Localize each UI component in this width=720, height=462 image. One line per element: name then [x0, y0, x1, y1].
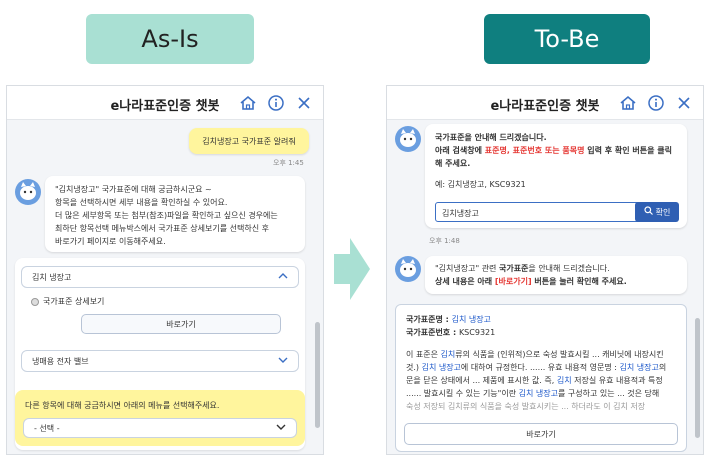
chevron-up-icon: [278, 272, 288, 282]
close-icon[interactable]: [675, 94, 693, 112]
menu-notice-text: 다른 항목에 대해 궁금하시면 아래의 메뉴를 선택해주세요.: [25, 401, 220, 410]
result-body-text: 저장실 유효 내용적과 특정: [571, 376, 663, 385]
info-icon[interactable]: [267, 94, 285, 112]
menu-select[interactable]: - 선택 -: [23, 418, 297, 438]
bot-avatar-icon: [395, 126, 421, 152]
search-input-value: 김치냉장고: [442, 209, 479, 218]
keyword-highlight: 김치: [440, 350, 456, 359]
standard-name-value: 김치 냉장고: [451, 315, 491, 324]
home-icon[interactable]: [619, 94, 637, 112]
to-be-label: To-Be: [484, 14, 650, 64]
result-body-text: 숙성 저장되 김치류의 식품을 숙성 발효시키는 ... 하더라도 이 김치 저…: [406, 402, 646, 411]
search-confirm-button[interactable]: 확인: [635, 202, 679, 222]
bot-message-bold: 국가표준: [498, 264, 529, 273]
bot-search-message: 국가표준을 안내해 드리겠습니다. 아래 검색창에 표준명, 표준번호 또는 품…: [425, 124, 687, 228]
standard-name-label: 국가표준명 :: [406, 315, 452, 324]
bot-result-message: "김치냉장고" 관련 국가표준을 안내해 드리겠습니다. 상세 내용은 아래 […: [425, 256, 687, 294]
detail-radio-label: 국가표준 상세보기: [43, 297, 105, 306]
user-message: 김치냉장고 국가표준 알려줘: [189, 128, 309, 154]
goto-button[interactable]: 바로가기: [81, 314, 281, 334]
bot-message-highlight: [바로가기]: [494, 277, 532, 286]
result-body-text: ...... 발효시킬 수 있는 기능"이란: [406, 389, 519, 398]
search-input[interactable]: 김치냉장고: [435, 202, 649, 222]
bot-message-line: 항목을 선택하시면 세부 내용을 확인하실 수 있어요.: [55, 198, 228, 207]
standard-number-value: KSC9321: [458, 328, 496, 337]
bot-message-text: 상세 내용은 아래: [435, 277, 495, 286]
to-be-chatbot-window: e나라표준인증 챗봇 국가표준을 안내해 드리겠습니다. 아래 검색창에 표준명…: [386, 85, 704, 455]
search-confirm-label: 확인: [655, 207, 671, 217]
bot-message-line: 최하단 항목선택 메뉴박스에서 국가표준 상세보기를 선택하신 후: [55, 224, 269, 233]
bot-message-text: 버튼을 눌러 확인해 주세요.: [531, 277, 627, 286]
bot-message-text: "김치냉장고" 관련: [435, 264, 499, 273]
chatbot-header: e나라표준인증 챗봇: [387, 86, 703, 120]
menu-notice-box: 다른 항목에 대해 궁금하시면 아래의 메뉴를 선택해주세요. - 선택 -: [15, 390, 305, 446]
info-icon[interactable]: [647, 94, 665, 112]
keyword-highlight: 김치 냉장고: [518, 389, 558, 398]
result-body-text: 이 표준은: [406, 350, 441, 359]
scrollbar[interactable]: [695, 318, 700, 438]
result-body-text: 를 구성하고 있는 ... 것은 당해: [557, 389, 660, 398]
result-body-text: 에 대하여 규정한다. ...... 유효 내용적 영문명 :: [460, 363, 620, 372]
bot-message-line: 더 많은 세부항목 또는 첨부(참조)파일을 확인하고 싶으신 경우에는: [55, 211, 278, 220]
bot-message-line: "김치냉장고" 국가표준에 대해 궁금하시군요 ~: [55, 185, 212, 194]
item-select-value: 김치 냉장고: [32, 272, 72, 282]
bot-avatar-icon: [15, 179, 41, 205]
bot-message-text: 아래 검색창에: [435, 146, 485, 155]
message-time: 오후 1:48: [429, 237, 460, 245]
bot-message-highlight: 표준명, 표준번호 또는 품목명: [484, 146, 585, 155]
standard-result-card: 국가표준명 : 김치 냉장고 국가표준번호 : KSC9321 이 표준은 김치…: [395, 304, 687, 452]
detail-radio[interactable]: 국가표준 상세보기: [31, 296, 104, 307]
as-is-chatbot-window: e나라표준인증 챗봇 김치냉장고 국가표준 알려줘 오후 1:45 "김치냉장고…: [6, 85, 324, 455]
keyword-highlight: 김치 냉장고: [619, 363, 659, 372]
menu-select-value: - 선택 -: [34, 423, 60, 433]
chevron-down-icon: [276, 423, 286, 433]
bot-message-line: 바로가기 페이지로 이동해주세요.: [55, 237, 166, 246]
home-icon[interactable]: [239, 94, 257, 112]
keyword-highlight: 김치 냉장고: [421, 363, 461, 372]
bot-message: "김치냉장고" 국가표준에 대해 궁금하시군요 ~ 항목을 선택하시면 세부 내…: [45, 176, 305, 252]
result-content: 국가표준명 : 김치 냉장고 국가표준번호 : KSC9321 이 표준은 김치…: [406, 313, 682, 413]
keyword-highlight: 김치: [556, 376, 572, 385]
goto-button[interactable]: 바로가기: [404, 423, 678, 445]
result-body-text: 의: [658, 363, 667, 372]
result-body-text: 것.): [406, 363, 422, 372]
scrollbar[interactable]: [315, 322, 320, 428]
item-select[interactable]: 김치 냉장고: [21, 266, 299, 288]
result-body-text: 류의 식품을 (인위적)으로 숙성 발효시킬 ... 캐비닛에 내장시킨: [455, 350, 664, 359]
bot-message-text: 입력 후 확인 버튼을 클릭: [584, 146, 672, 155]
comparison-stage: As-Is To-Be e나라표준인증 챗봇 김치냉장고 국가표준 알려줘 오후…: [0, 0, 720, 462]
standard-number-label: 국가표준번호 :: [406, 328, 459, 337]
bot-message-text: 을 안내해 드리겠습니다.: [528, 264, 610, 273]
close-icon[interactable]: [295, 94, 313, 112]
right-arrow-icon: [334, 238, 370, 300]
search-icon: [644, 205, 653, 219]
sub-item-select-value: 냉매용 전자 밸브: [32, 356, 89, 366]
bot-avatar-icon: [395, 256, 421, 282]
bot-message-line: 해 주세요.: [435, 159, 471, 168]
chevron-down-icon: [278, 356, 288, 366]
as-is-label: As-Is: [86, 14, 254, 64]
user-message-time: 오후 1:45: [273, 159, 304, 167]
chatbot-header: e나라표준인증 챗봇: [7, 86, 323, 120]
result-body-text: 문을 닫은 상태에서 ... 제품에 표시한 값. 즉,: [406, 376, 557, 385]
radio-icon: [31, 297, 39, 306]
option-card: 김치 냉장고 국가표준 상세보기 바로가기 냉매용 전자 밸브 다른 항목에 대…: [15, 258, 305, 450]
search-example: 예: 김치냉장고, KSC9321: [435, 180, 526, 189]
bot-message-line: 국가표준을 안내해 드리겠습니다.: [435, 133, 547, 142]
sub-item-select[interactable]: 냉매용 전자 밸브: [21, 350, 299, 372]
